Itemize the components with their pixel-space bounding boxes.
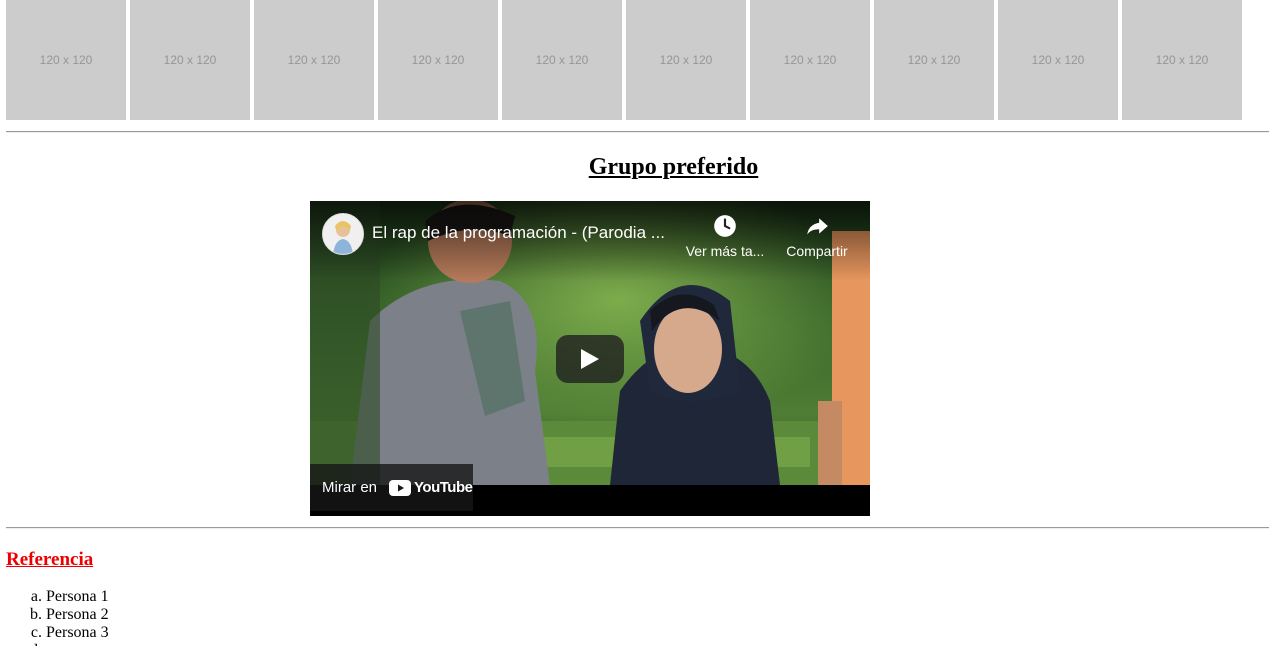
list-item: Persona 1 — [46, 588, 109, 606]
youtube-logo: YouTube — [389, 479, 473, 496]
thumbnail-label: 120 x 120 — [907, 53, 961, 67]
thumbnail-label: 120 x 120 — [163, 53, 217, 67]
thumbnail-label: 120 x 120 — [783, 53, 837, 67]
youtube-embed[interactable]: El rap de la programación - (Parodia ...… — [310, 201, 870, 516]
thumbnail-label: 120 x 120 — [1031, 53, 1085, 67]
avatar-image — [323, 214, 363, 254]
thumbnail-image[interactable]: 120 x 120 — [874, 0, 994, 120]
thumbnail-image[interactable]: 120 x 120 — [130, 0, 250, 120]
thumbnail-label: 120 x 120 — [535, 53, 589, 67]
play-button[interactable] — [556, 335, 624, 383]
references-list: Persona 1 Persona 2 Persona 3 — [6, 588, 109, 646]
list-item: Persona 3 — [46, 624, 109, 642]
watch-later-label: Ver más ta... — [685, 243, 765, 259]
list-item: Persona 2 — [46, 606, 109, 624]
watch-on-label: Mirar en — [322, 479, 378, 496]
play-icon — [581, 349, 599, 369]
thumbnail-image[interactable]: 120 x 120 — [1122, 0, 1242, 120]
share-arrow-icon — [807, 218, 828, 235]
thumbnail-image[interactable]: 120 x 120 — [6, 0, 126, 120]
thumbnail-image[interactable]: 120 x 120 — [750, 0, 870, 120]
horizontal-rule — [6, 527, 1269, 529]
channel-avatar[interactable] — [322, 213, 364, 255]
thumbnail-label: 120 x 120 — [39, 53, 93, 67]
section-title: Grupo preferido — [588, 154, 759, 180]
clock-icon — [714, 215, 736, 237]
thumbnail-label: 120 x 120 — [287, 53, 341, 67]
thumbnail-image[interactable]: 120 x 120 — [254, 0, 374, 120]
youtube-wordmark: YouTube — [414, 479, 473, 496]
page: 120 x 120 120 x 120 120 x 120 120 x 120 … — [0, 0, 1269, 646]
thumbnail-image[interactable]: 120 x 120 — [378, 0, 498, 120]
thumbnail-strip: 120 x 120 120 x 120 120 x 120 120 x 120 … — [6, 0, 1242, 120]
thumbnail-label: 120 x 120 — [1155, 53, 1209, 67]
share-label: Compartir — [786, 243, 848, 259]
list-item — [46, 642, 109, 646]
references-heading: Referencia — [6, 549, 94, 570]
video-title-link[interactable]: El rap de la programación - (Parodia ... — [372, 223, 682, 243]
thumbnail-label: 120 x 120 — [411, 53, 465, 67]
youtube-play-icon — [389, 479, 412, 496]
share-button[interactable]: Compartir — [774, 213, 860, 259]
watch-later-button[interactable]: Ver más ta... — [682, 213, 768, 259]
thumbnail-label: 120 x 120 — [659, 53, 713, 67]
thumbnail-image[interactable]: 120 x 120 — [502, 0, 622, 120]
thumbnail-image[interactable]: 120 x 120 — [998, 0, 1118, 120]
watch-on-youtube-button[interactable]: Mirar en YouTube — [310, 464, 473, 511]
horizontal-rule — [6, 131, 1269, 133]
thumbnail-image[interactable]: 120 x 120 — [626, 0, 746, 120]
